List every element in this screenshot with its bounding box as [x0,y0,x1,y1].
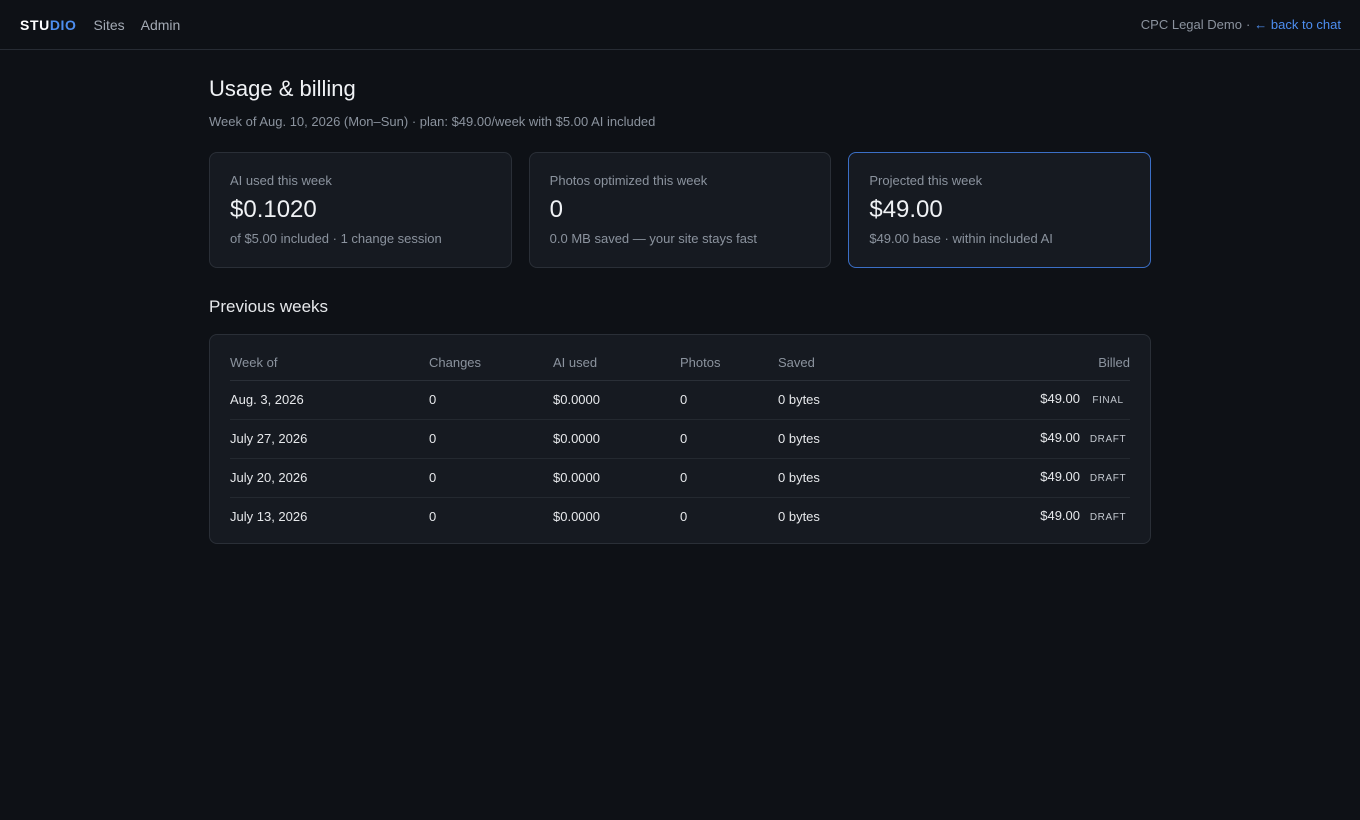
cell-changes: 0 [429,458,553,498]
photos-optimized-card: Photos optimized this week 0 0.0 MB save… [528,152,832,268]
table-row: Aug. 3, 2026 0 $0.0000 0 0 bytes $49.00 F… [230,380,1130,420]
billed-amount: $49.00 [1040,391,1080,406]
card-label: AI used this week [230,173,332,188]
cell-week: July 20, 2026 [230,458,429,498]
cell-ai-used: $0.0000 [553,458,680,498]
status-badge: DRAFT [1089,434,1127,445]
projected-cost-card: Projected this week $49.00 $49.00 base ·… [848,152,1152,268]
cell-week: July 27, 2026 [230,419,429,459]
nav-link-admin[interactable]: Admin [141,17,181,33]
ai-usage-card: AI used this week $0.1020 of $5.00 inclu… [209,152,512,268]
previous-weeks-table: Week of Changes AI used Photos Saved Bil… [230,346,1130,536]
cell-billed: $49.00 DRAFT [928,497,1130,536]
column-header-billed: Billed [928,346,1130,381]
main-content: Usage & billing Week of Aug. 10, 2026 (M… [209,50,1152,544]
cell-changes: 0 [429,509,437,525]
status-badge: DRAFT [1089,512,1127,524]
nav-right: CPC Legal Demo · ← back to chat [1141,17,1341,32]
card-label: Photos optimized this week [549,173,708,188]
page-title: Usage & billing [209,76,356,101]
previous-weeks-heading: Previous weeks [209,297,329,316]
card-label: Projected this week [869,173,983,188]
column-header-week: Week of [230,346,429,381]
nav-separator: · [1245,17,1251,32]
logo-text-part1: STU [20,16,50,33]
cell-saved: 0 bytes [778,458,928,498]
cell-saved: 0 bytes [778,380,928,420]
cell-ai-used: $0.0000 [553,509,600,525]
cell-saved: 0 bytes [778,509,820,525]
card-value: $0.1020 [230,196,317,223]
previous-weeks-table-container: Week of Changes AI used Photos Saved Bil… [209,334,1151,544]
card-value: $49.00 [869,196,943,223]
cell-changes: 0 [429,419,553,459]
card-note: of $5.00 included · 1 change session [230,231,442,246]
billed-amount: $49.00 [1040,508,1080,524]
cell-saved: 0 bytes [778,419,928,459]
cell-billed: $49.00 FINAL [928,380,1130,420]
cell-photos: 0 [680,380,778,420]
back-to-chat-link[interactable]: ← back to chat [1254,17,1341,32]
cell-week: July 13, 2026 [230,509,308,525]
cell-photos: 0 [680,509,688,525]
card-note: 0.0 MB saved — your site stays fast [549,231,758,246]
column-header-saved: Saved [778,346,928,381]
status-badge: FINAL [1092,395,1124,406]
table-header-row: Week of Changes AI used Photos Saved Bil… [230,346,1130,381]
cell-billed: $49.00 DRAFT [928,458,1130,498]
card-note: $49.00 base · within included AI [869,231,1053,246]
studio-logo[interactable]: STUDIO [20,17,77,33]
column-header-photos: Photos [680,346,778,381]
nav-link-sites[interactable]: Sites [94,17,125,33]
table-row: July 13, 2026 0 $0.0000 0 0 bytes $49.00… [230,497,1130,536]
site-name: CPC Legal Demo [1140,17,1242,32]
table-row: July 27, 2026 0 $0.0000 0 0 bytes $49.00… [230,419,1130,459]
status-badge: DRAFT [1089,473,1127,484]
nav-left: STUDIO Sites Admin [20,17,196,33]
cell-week: Aug. 3, 2026 [230,380,429,420]
billed-amount: $49.00 [1040,469,1080,484]
cell-photos: 0 [680,458,778,498]
column-header-ai-used: AI used [553,346,680,381]
top-navigation-bar: STUDIO Sites Admin CPC Legal Demo · ← ba… [0,0,1360,50]
cell-ai-used: $0.0000 [553,419,680,459]
cell-ai-used: $0.0000 [553,380,680,420]
cell-changes: 0 [429,380,553,420]
page-subtitle: Week of Aug. 10, 2026 (Mon–Sun) · plan: … [209,114,656,129]
cell-billed: $49.00 DRAFT [928,419,1130,459]
billed-amount: $49.00 [1040,430,1080,445]
usage-cards: AI used this week $0.1020 of $5.00 inclu… [209,152,1152,268]
cell-photos: 0 [680,419,778,459]
card-value: 0 [549,196,564,223]
logo-text-part2: DIO [49,16,77,33]
table-row: July 20, 2026 0 $0.0000 0 0 bytes $49.00… [230,458,1130,498]
column-header-changes: Changes [429,346,553,381]
